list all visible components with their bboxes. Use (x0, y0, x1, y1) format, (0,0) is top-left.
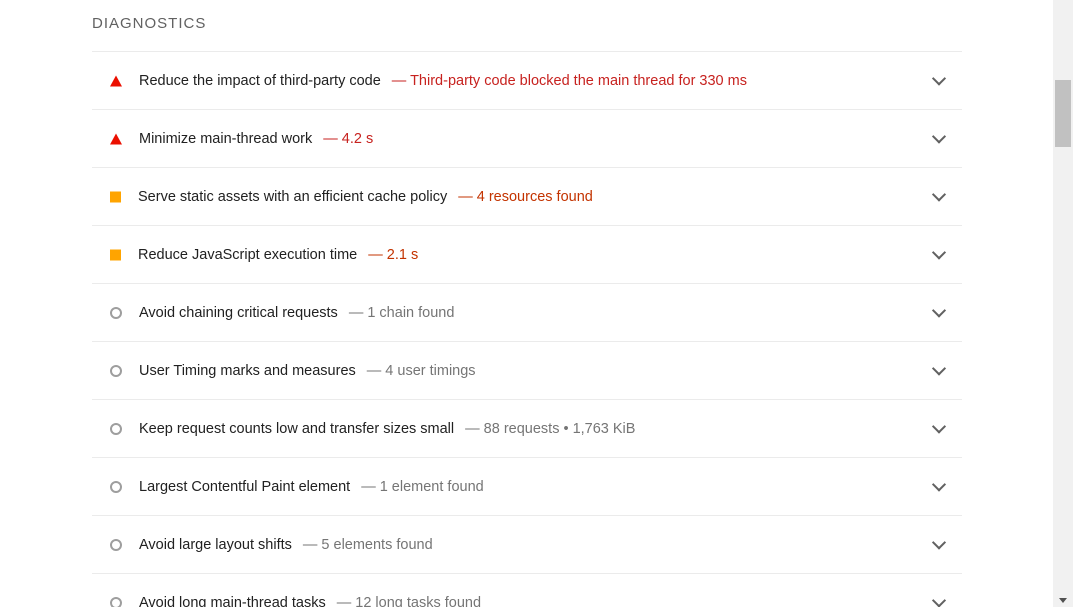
info-circle-icon (110, 596, 122, 607)
audit-display-value: 2.1 s (386, 246, 419, 263)
audit-row-js-execution[interactable]: Reduce JavaScript execution time — 2.1 s (92, 225, 962, 283)
audit-display-value: Third-party code blocked the main thread… (410, 72, 747, 89)
info-circle-icon (110, 422, 122, 435)
audit-row-cache-policy[interactable]: Serve static assets with an efficient ca… (92, 167, 962, 225)
chevron-down-icon[interactable] (931, 592, 947, 607)
audit-display-value: 4 resources found (476, 188, 593, 205)
audit-separator: — (302, 536, 318, 553)
average-square-icon (110, 191, 121, 202)
audit-separator: — (366, 362, 382, 379)
scroll-down-arrow-icon[interactable] (1059, 598, 1067, 603)
audit-separator: — (391, 72, 407, 89)
audit-title: Avoid long main-thread tasks (139, 594, 326, 607)
audit-separator: — (336, 594, 352, 607)
section-title: DIAGNOSTICS (92, 15, 207, 32)
audit-separator: — (458, 188, 473, 205)
chevron-down-icon[interactable] (931, 186, 947, 202)
chevron-down-icon[interactable] (931, 70, 947, 86)
audit-row-resource-summary[interactable]: Keep request counts low and transfer siz… (92, 399, 962, 457)
chevron-down-icon[interactable] (931, 302, 947, 318)
audit-display-value: 4.2 s (341, 130, 374, 147)
info-circle-icon (110, 306, 122, 319)
audit-display-value: 1 chain found (367, 304, 455, 321)
fail-triangle-icon (110, 75, 122, 86)
chevron-down-icon[interactable] (931, 476, 947, 492)
audit-title: Reduce JavaScript execution time (138, 246, 358, 263)
vertical-scrollbar[interactable] (1053, 0, 1073, 607)
chevron-down-icon[interactable] (931, 360, 947, 376)
audit-separator: — (368, 246, 383, 263)
fail-triangle-icon (110, 133, 122, 144)
audit-title: Largest Contentful Paint element (139, 478, 351, 495)
audit-row-critical-requests[interactable]: Avoid chaining critical requests — 1 chai… (92, 283, 962, 341)
audit-title: Minimize main-thread work (139, 130, 313, 147)
audit-row-user-timings[interactable]: User Timing marks and measures — 4 user t… (92, 341, 962, 399)
audit-list: Reduce the impact of third-party code — T… (92, 51, 962, 607)
audit-display-value: 5 elements found (321, 536, 433, 553)
info-circle-icon (110, 538, 122, 551)
audit-row-third-party[interactable]: Reduce the impact of third-party code — T… (92, 51, 962, 109)
chevron-down-icon[interactable] (931, 418, 947, 434)
info-circle-icon (110, 480, 122, 493)
audit-row-layout-shifts[interactable]: Avoid large layout shifts — 5 elements fo… (92, 515, 962, 573)
audit-display-value: 12 long tasks found (355, 594, 482, 607)
audit-display-value: 4 user timings (385, 362, 476, 379)
report-viewport: DIAGNOSTICS Reduce the impact of third-p… (0, 0, 1073, 607)
audit-title: Reduce the impact of third-party code (139, 72, 381, 89)
audit-separator: — (348, 304, 364, 321)
chevron-down-icon[interactable] (931, 244, 947, 260)
audit-title: Avoid large layout shifts (139, 536, 292, 553)
audit-row-long-tasks[interactable]: Avoid long main-thread tasks — 12 long ta… (92, 573, 962, 607)
chevron-down-icon[interactable] (931, 128, 947, 144)
audit-separator: — (361, 478, 376, 495)
audit-separator: — (465, 420, 480, 437)
audit-title: User Timing marks and measures (139, 362, 356, 379)
audit-display-value: 1 element found (379, 478, 484, 495)
audit-title: Avoid chaining critical requests (139, 304, 338, 321)
audit-display-value: 88 requests • 1,763 KiB (483, 420, 636, 437)
average-square-icon (110, 249, 121, 260)
audit-title: Serve static assets with an efficient ca… (138, 188, 448, 205)
audit-row-main-thread[interactable]: Minimize main-thread work — 4.2 s (92, 109, 962, 167)
audit-title: Keep request counts low and transfer siz… (139, 420, 455, 437)
chevron-down-icon[interactable] (931, 534, 947, 550)
audit-row-lcp-element[interactable]: Largest Contentful Paint element — 1 elem… (92, 457, 962, 515)
scrollbar-thumb[interactable] (1055, 80, 1071, 147)
info-circle-icon (110, 364, 122, 377)
audit-separator: — (323, 130, 338, 147)
